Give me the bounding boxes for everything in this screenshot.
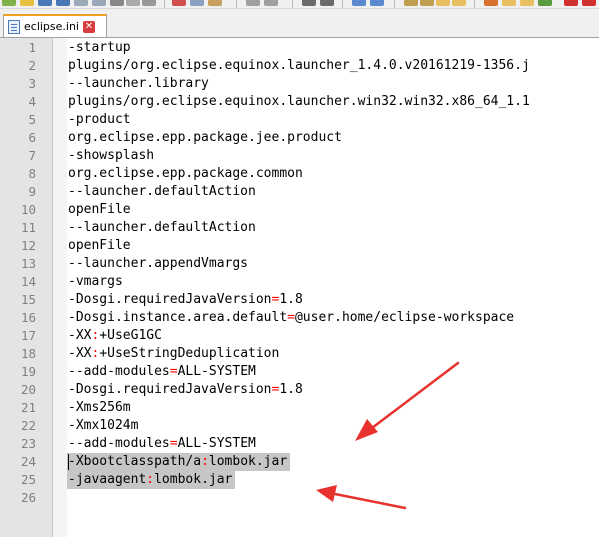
annotation-arrows <box>316 361 460 510</box>
annotation-arrow-lower <box>316 485 407 510</box>
annotation-arrow-upper <box>355 361 460 441</box>
